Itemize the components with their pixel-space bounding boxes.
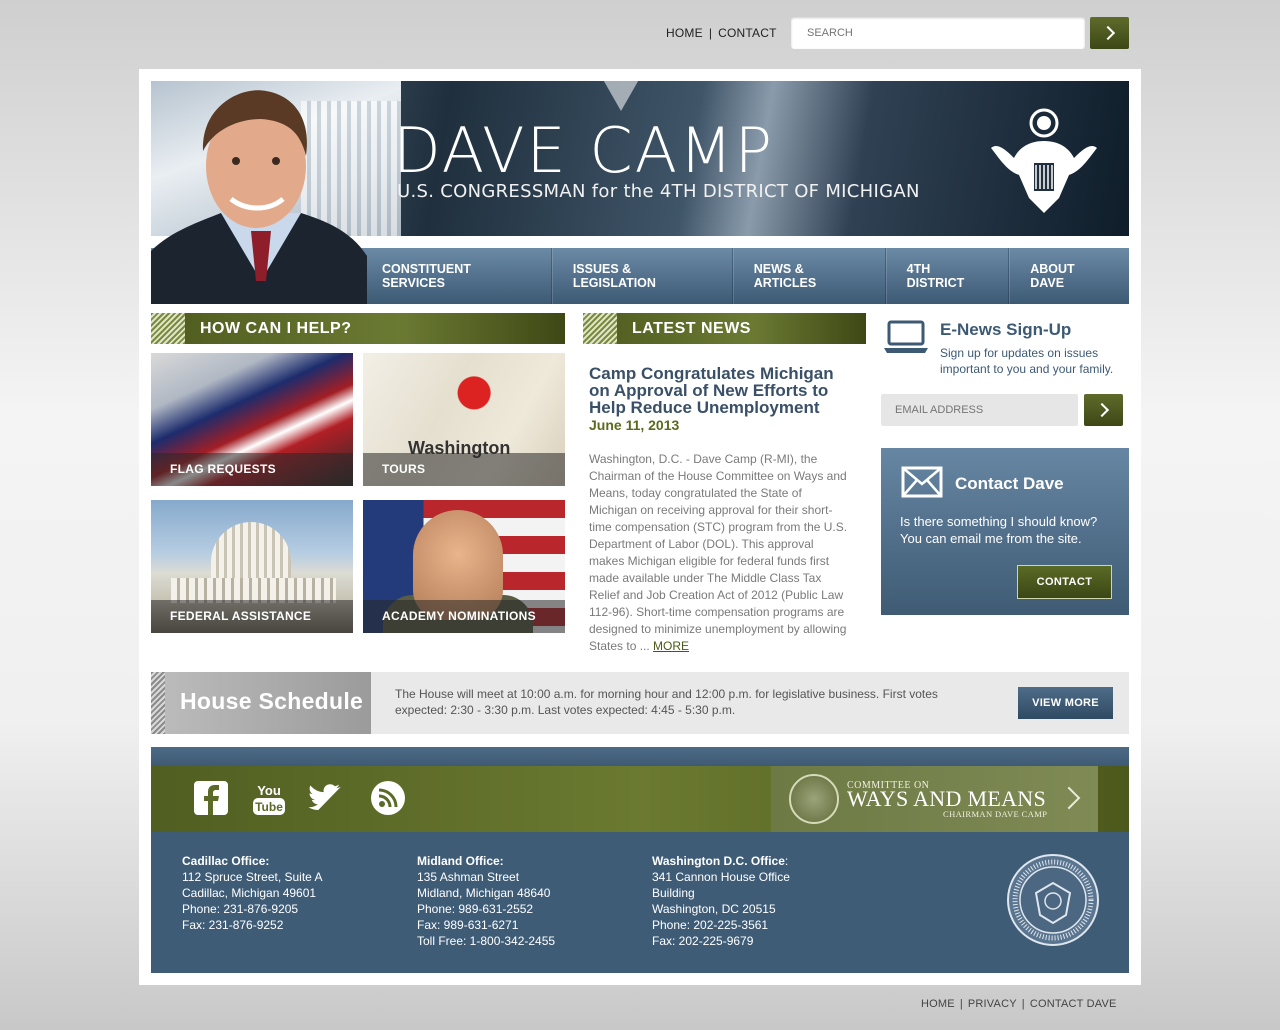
contact-dave-box: Contact Dave Is there something I should… [881, 448, 1129, 615]
top-nav: HOME | CONTACT [666, 26, 777, 40]
stripes-decoration [151, 313, 185, 344]
email-address-input[interactable] [881, 394, 1078, 426]
office-line: Toll Free: 1-800-342-2455 [417, 934, 556, 948]
house-schedule-title: House Schedule [180, 688, 364, 714]
nav-4th-district[interactable]: 4TH DISTRICT [886, 248, 1010, 304]
bottom-nav-separator: | [1021, 998, 1025, 1010]
top-nav-separator: | [708, 26, 713, 40]
tile-federal-assistance-label: FEDERAL ASSISTANCE [151, 600, 353, 633]
enews-title: E-News Sign-Up [940, 320, 1072, 339]
help-section-header: HOW CAN I HELP? [151, 313, 565, 344]
office-cadillac: Cadillac Office: 112 Spruce Street, Suit… [182, 853, 323, 933]
stripes-decoration [151, 672, 165, 734]
office-line: 135 Ashman Street [417, 870, 520, 884]
bottom-nav-contact-link[interactable]: CONTACT DAVE [1030, 998, 1117, 1010]
search-button[interactable] [1090, 17, 1129, 49]
office-line: 341 Cannon House Office [652, 870, 790, 884]
view-more-button[interactable]: VIEW MORE [1018, 687, 1113, 719]
contact-dave-title: Contact Dave [955, 474, 1064, 493]
twitter-icon[interactable] [308, 780, 344, 816]
arrow-right-icon [1094, 402, 1109, 418]
top-nav-home-link[interactable]: HOME [666, 26, 703, 40]
email-submit-button[interactable] [1084, 394, 1123, 426]
help-section-title: HOW CAN I HELP? [200, 320, 352, 337]
news-headline-link[interactable]: Camp Congratulates Michigan on Approval … [589, 365, 849, 416]
office-name: Midland Office: [417, 854, 504, 868]
search-input[interactable] [791, 17, 1085, 49]
bottom-nav-separator: | [959, 998, 963, 1010]
tile-federal-assistance[interactable]: FEDERAL ASSISTANCE [151, 500, 353, 633]
michigan-seal-icon [1007, 854, 1099, 946]
tile-academy-nominations[interactable]: ACADEMY NOMINATIONS [363, 500, 565, 633]
news-section-header: LATEST NEWS [583, 313, 866, 344]
office-line: Phone: 231-876-9205 [182, 902, 299, 916]
nav-about-dave[interactable]: ABOUT DAVE [1009, 248, 1129, 304]
news-more-link[interactable]: MORE [653, 639, 689, 653]
house-schedule: House Schedule The House will meet at 10… [151, 672, 1129, 734]
news-body: Washington, D.C. - Dave Camp (R-MI), the… [589, 451, 849, 655]
office-line: Fax: 989-631-6271 [417, 918, 519, 932]
tile-flag-requests[interactable]: FLAG REQUESTS [151, 353, 353, 486]
flag-star-decoration [581, 81, 661, 111]
tile-tours[interactable]: Washington TOURS [363, 353, 565, 486]
rss-icon[interactable] [370, 780, 406, 816]
office-line: Midland, Michigan 48640 [417, 886, 551, 900]
office-name: Washington D.C. Office [652, 854, 785, 868]
office-line: Fax: 202-225-9679 [652, 934, 754, 948]
contact-button[interactable]: CONTACT [1017, 565, 1112, 599]
news-section-title: LATEST NEWS [632, 320, 751, 337]
contact-dave-text: Is there something I should know? You ca… [900, 514, 1098, 546]
news-body-text: Washington, D.C. - Dave Camp (R-MI), the… [589, 452, 848, 653]
office-line: Washington, DC 20515 [652, 902, 776, 916]
site-title: DAVE CAMP [393, 114, 774, 187]
office-washington: Washington D.C. Office: 341 Cannon House… [652, 854, 790, 948]
youtube-icon[interactable]: You Tube [251, 780, 287, 816]
facebook-icon[interactable] [193, 780, 229, 816]
house-schedule-label: House Schedule [151, 672, 371, 734]
envelope-icon [901, 466, 943, 498]
bottom-nav-home-link[interactable]: HOME [921, 998, 955, 1010]
top-nav-contact-link[interactable]: CONTACT [718, 26, 777, 40]
ways-and-means-banner[interactable]: COMMITTEE ON WAYS AND MEANS CHAIRMAN DAV… [771, 766, 1098, 832]
nav-issues-legislation[interactable]: ISSUES & LEGISLATION [552, 248, 733, 304]
bottom-nav-privacy-link[interactable]: PRIVACY [968, 998, 1017, 1010]
news-date: June 11, 2013 [589, 417, 680, 433]
eagle-badge-icon [789, 774, 839, 824]
arrow-right-icon [1100, 25, 1115, 41]
nav-news-articles[interactable]: NEWS & ARTICLES [733, 248, 886, 304]
enews-description: Sign up for updates on issues important … [940, 346, 1114, 376]
nav-constituent-services[interactable]: CONSTITUENT SERVICES [361, 248, 552, 304]
office-midland: Midland Office: 135 Ashman Street Midlan… [417, 853, 555, 949]
tile-flag-requests-label: FLAG REQUESTS [151, 453, 353, 486]
office-line: Cadillac, Michigan 49601 [182, 886, 317, 900]
chevron-right-icon [1057, 786, 1081, 810]
ways-means-line3: CHAIRMAN DAVE CAMP [943, 809, 1048, 819]
tile-tours-label: TOURS [363, 453, 565, 486]
office-line: 112 Spruce Street, Suite A [182, 870, 323, 884]
site-subtitle: U.S. CONGRESSMAN for the 4TH DISTRICT OF… [397, 181, 920, 202]
capitol-dome-image [211, 522, 291, 582]
congressman-portrait [151, 90, 367, 304]
bottom-nav: HOME | PRIVACY | CONTACT DAVE [921, 998, 1117, 1010]
footer-top-strip [151, 747, 1129, 766]
office-line: Phone: 202-225-3561 [652, 918, 769, 932]
svg-text:Tube: Tube [255, 800, 283, 814]
office-line: Fax: 231-876-9252 [182, 918, 284, 932]
stripes-decoration [583, 313, 617, 344]
tile-academy-nominations-label: ACADEMY NOMINATIONS [363, 600, 565, 633]
office-line: Phone: 989-631-2552 [417, 902, 534, 916]
house-schedule-text: The House will meet at 10:00 a.m. for mo… [395, 687, 938, 717]
laptop-icon [884, 320, 928, 353]
svg-text:You: You [257, 783, 281, 798]
office-name: Cadillac Office: [182, 854, 270, 868]
office-line: Building [652, 886, 695, 900]
eagle-seal-icon [991, 108, 1097, 213]
